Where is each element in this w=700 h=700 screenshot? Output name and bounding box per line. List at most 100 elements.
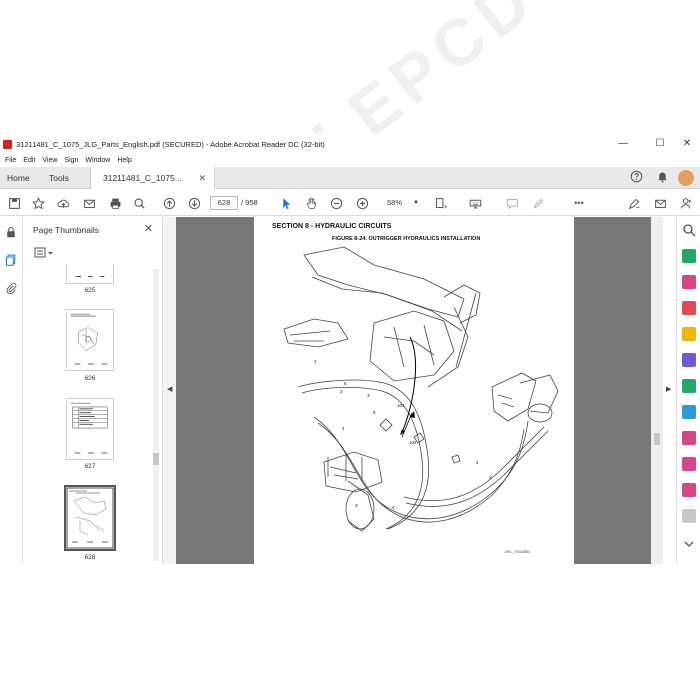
total-pages-label: / 958 bbox=[241, 198, 258, 207]
sign-pen-icon[interactable] bbox=[626, 195, 642, 211]
callout-3c: 3 bbox=[355, 503, 358, 508]
create-pdf-icon[interactable] bbox=[682, 301, 696, 315]
print-icon[interactable] bbox=[107, 195, 123, 211]
title-bar: 31211481_C_1075_JLG_Parts_English.pdf (S… bbox=[0, 134, 700, 154]
request-signature-icon[interactable] bbox=[682, 457, 696, 471]
attachment-paperclip-icon[interactable] bbox=[4, 281, 18, 295]
pdf-page: SECTION 8 - HYDRAULIC CIRCUITS FIGURE 8-… bbox=[254, 217, 574, 564]
callout-3: 3 bbox=[367, 393, 370, 398]
thumbnails-scroll-thumb[interactable] bbox=[153, 453, 159, 465]
protect-pdf-icon[interactable] bbox=[682, 483, 696, 497]
more-tools-icon[interactable]: ••• bbox=[571, 195, 587, 211]
callout-6: 6 bbox=[344, 381, 347, 386]
menu-window[interactable]: Window bbox=[85, 157, 110, 164]
left-nav-rail bbox=[0, 217, 23, 564]
thumbnails-header: Page Thumbnails bbox=[33, 225, 99, 235]
highlight-pen-icon[interactable] bbox=[530, 195, 546, 211]
callout-2: 2 bbox=[340, 389, 343, 394]
tab-bar: Home Tools 31211481_C_1075... ✕ bbox=[0, 167, 700, 189]
tab-close-icon[interactable]: ✕ bbox=[198, 167, 206, 189]
thumbnail-page-625[interactable] bbox=[66, 264, 114, 284]
collapse-panel-arrow-icon[interactable]: ◀ bbox=[167, 385, 172, 393]
thumbnails-scrollbar[interactable] bbox=[153, 269, 159, 561]
thumbnail-label-628: 628 bbox=[84, 554, 96, 561]
comment-tool-icon[interactable] bbox=[682, 327, 696, 341]
email-icon[interactable] bbox=[81, 195, 97, 211]
share-user-icon[interactable] bbox=[678, 195, 694, 211]
cloud-upload-icon[interactable] bbox=[55, 195, 71, 211]
callout-1: 1 bbox=[314, 359, 317, 364]
thumbnail-page-628-selected[interactable] bbox=[64, 485, 116, 551]
tab-tools[interactable]: Tools bbox=[49, 167, 69, 189]
tab-document-label: 31211481_C_1075... bbox=[103, 173, 182, 183]
zoom-level-select[interactable]: 58% ▼ bbox=[383, 196, 421, 210]
save-icon[interactable] bbox=[6, 195, 22, 211]
close-window-button[interactable]: ✕ bbox=[672, 134, 700, 154]
menu-bar: File Edit View Sign Window Help bbox=[0, 154, 700, 167]
right-tools-rail bbox=[676, 217, 700, 564]
document-scroll-thumb[interactable] bbox=[654, 433, 660, 445]
zoom-search-icon[interactable] bbox=[682, 223, 696, 237]
maximize-button[interactable]: ☐ bbox=[645, 134, 675, 154]
help-icon[interactable] bbox=[628, 170, 644, 186]
fit-page-icon[interactable] bbox=[432, 195, 448, 211]
thumbnail-page-626[interactable] bbox=[66, 309, 114, 371]
previous-page-icon[interactable] bbox=[161, 195, 177, 211]
menu-view[interactable]: View bbox=[42, 157, 57, 164]
thumbnail-page-627[interactable] bbox=[66, 398, 114, 460]
zoom-level-value: 58% bbox=[387, 198, 403, 207]
menu-edit[interactable]: Edit bbox=[23, 157, 35, 164]
user-avatar[interactable] bbox=[678, 170, 694, 186]
hydraulics-drawing: 1 2 3 4 5 6 101 102 4 3 3 4 bbox=[283, 246, 559, 532]
select-cursor-icon[interactable] bbox=[278, 195, 294, 211]
page-thumbnails-panel: Page Thumbnails ✕ 625 626 627 628 bbox=[24, 217, 161, 564]
lock-icon[interactable] bbox=[4, 225, 18, 239]
drawing-code: ARC_7001458D bbox=[504, 550, 531, 554]
export-pdf-icon[interactable] bbox=[682, 249, 696, 263]
comment-icon[interactable] bbox=[504, 195, 520, 211]
rail-collapse-chevron-icon[interactable] bbox=[682, 537, 696, 551]
zoom-in-icon[interactable] bbox=[354, 195, 370, 211]
toolbar: 628 / 958 58% ▼ ••• bbox=[0, 190, 700, 216]
thumbnail-label-627: 627 bbox=[84, 463, 96, 470]
share-email-icon[interactable] bbox=[652, 195, 668, 211]
acrobat-app-icon bbox=[3, 139, 12, 149]
chevron-down-icon: ▼ bbox=[413, 200, 419, 206]
page-number-input[interactable]: 628 bbox=[210, 196, 238, 210]
callout-102: 102 bbox=[409, 440, 417, 445]
menu-help[interactable]: Help bbox=[117, 157, 131, 164]
bookmark-star-icon[interactable] bbox=[30, 195, 46, 211]
callout-4c: 4 bbox=[392, 505, 395, 510]
hand-tool-icon[interactable] bbox=[303, 195, 319, 211]
more-tools-rail-icon[interactable] bbox=[682, 509, 696, 523]
thumbnail-options-menu[interactable] bbox=[34, 247, 54, 259]
callout-5: 5 bbox=[373, 410, 376, 415]
search-icon[interactable] bbox=[131, 195, 147, 211]
window-title: 31211481_C_1075_JLG_Parts_English.pdf (S… bbox=[16, 139, 325, 149]
acrobat-window: 31211481_C_1075_JLG_Parts_English.pdf (S… bbox=[0, 134, 700, 564]
organize-pages-icon[interactable] bbox=[682, 275, 696, 289]
document-scrollbar[interactable] bbox=[651, 217, 663, 564]
panel-splitter[interactable]: ◀ bbox=[162, 217, 176, 564]
edit-pdf-icon[interactable] bbox=[682, 405, 696, 419]
thumbnail-label-626: 626 bbox=[84, 375, 96, 382]
thumbnail-label-625: 625 bbox=[84, 287, 96, 294]
document-viewer: SECTION 8 - HYDRAULIC CIRCUITS FIGURE 8-… bbox=[176, 217, 662, 564]
tab-home[interactable]: Home bbox=[7, 167, 30, 189]
page-thumbnails-icon[interactable] bbox=[4, 253, 18, 267]
right-panel-toggle[interactable]: ▶ bbox=[663, 217, 675, 564]
thumbnails-close-icon[interactable]: ✕ bbox=[144, 222, 153, 235]
notifications-bell-icon[interactable] bbox=[654, 170, 670, 186]
menu-sign[interactable]: Sign bbox=[64, 157, 78, 164]
zoom-out-icon[interactable] bbox=[328, 195, 344, 211]
expand-panel-arrow-icon[interactable]: ▶ bbox=[666, 385, 671, 393]
fill-sign-icon[interactable] bbox=[682, 431, 696, 445]
minimize-button[interactable]: — bbox=[608, 134, 638, 154]
compress-pdf-icon[interactable] bbox=[682, 379, 696, 393]
callout-4: 4 bbox=[342, 426, 345, 431]
keyboard-selection-icon[interactable] bbox=[467, 195, 483, 211]
tab-document[interactable]: 31211481_C_1075... ✕ bbox=[90, 167, 215, 189]
combine-files-icon[interactable] bbox=[682, 353, 696, 367]
next-page-icon[interactable] bbox=[186, 195, 202, 211]
menu-file[interactable]: File bbox=[5, 157, 16, 164]
